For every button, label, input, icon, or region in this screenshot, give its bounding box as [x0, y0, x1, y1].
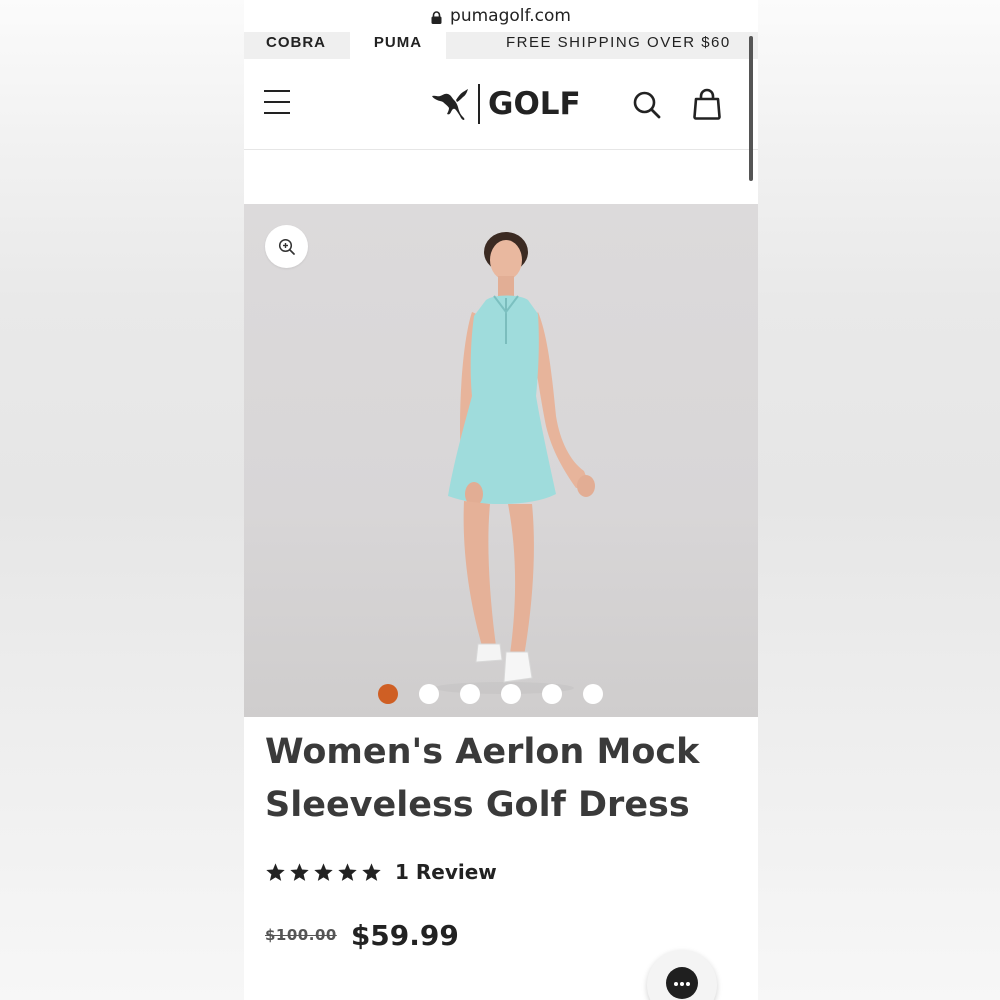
- gallery-pagination: [244, 682, 758, 706]
- gallery-dot[interactable]: [378, 684, 398, 704]
- header-spacer: [244, 150, 758, 204]
- shopping-bag-icon[interactable]: [693, 88, 721, 120]
- product-image-gallery[interactable]: [244, 204, 758, 717]
- mobile-browser-viewport: pumagolf.com COBRA PUMA FREE SHIPPING OV…: [244, 0, 758, 1000]
- star-icon: [362, 862, 381, 881]
- product-title: Women's Aerlon Mock Sleeveless Golf Dres…: [265, 732, 700, 825]
- scrollbar[interactable]: [749, 36, 753, 181]
- site-header: GOLF: [244, 59, 758, 150]
- sale-price: $59.99: [350, 918, 459, 952]
- address-bar[interactable]: pumagolf.com: [244, 0, 758, 32]
- gallery-dot[interactable]: [583, 684, 603, 704]
- tab-cobra[interactable]: COBRA: [266, 32, 326, 59]
- product-model-image: [434, 232, 595, 694]
- product-rating[interactable]: 1 Review: [265, 857, 497, 887]
- tab-puma[interactable]: PUMA: [350, 32, 446, 59]
- star-icon: [338, 862, 357, 881]
- lock-icon: [431, 10, 442, 24]
- promo-banner[interactable]: FREE SHIPPING OVER $60: [506, 32, 731, 59]
- review-count-link[interactable]: 1 Review: [395, 860, 497, 884]
- url-text: pumagolf.com: [450, 6, 571, 26]
- zoom-button[interactable]: [265, 225, 308, 268]
- puma-golf-logo[interactable]: GOLF: [430, 83, 581, 125]
- gallery-dot[interactable]: [419, 684, 439, 704]
- gallery-dot[interactable]: [542, 684, 562, 704]
- puma-cat-icon: [432, 89, 468, 120]
- chat-bubble-icon: [666, 967, 698, 999]
- search-icon[interactable]: [632, 90, 662, 120]
- logo-divider: [478, 84, 480, 124]
- logo-text: GOLF: [488, 86, 581, 122]
- original-price: $100.00: [265, 926, 337, 944]
- gallery-dot[interactable]: [501, 684, 521, 704]
- chat-button[interactable]: [647, 950, 717, 1000]
- zoom-in-icon: [278, 238, 295, 255]
- star-icon: [290, 862, 309, 881]
- menu-icon[interactable]: [264, 90, 292, 118]
- star-icon: [266, 862, 285, 881]
- gallery-dot[interactable]: [460, 684, 480, 704]
- star-icon: [314, 862, 333, 881]
- product-price: $100.00 $59.99: [265, 915, 459, 955]
- brand-tabs: COBRA PUMA FREE SHIPPING OVER $60: [244, 32, 758, 59]
